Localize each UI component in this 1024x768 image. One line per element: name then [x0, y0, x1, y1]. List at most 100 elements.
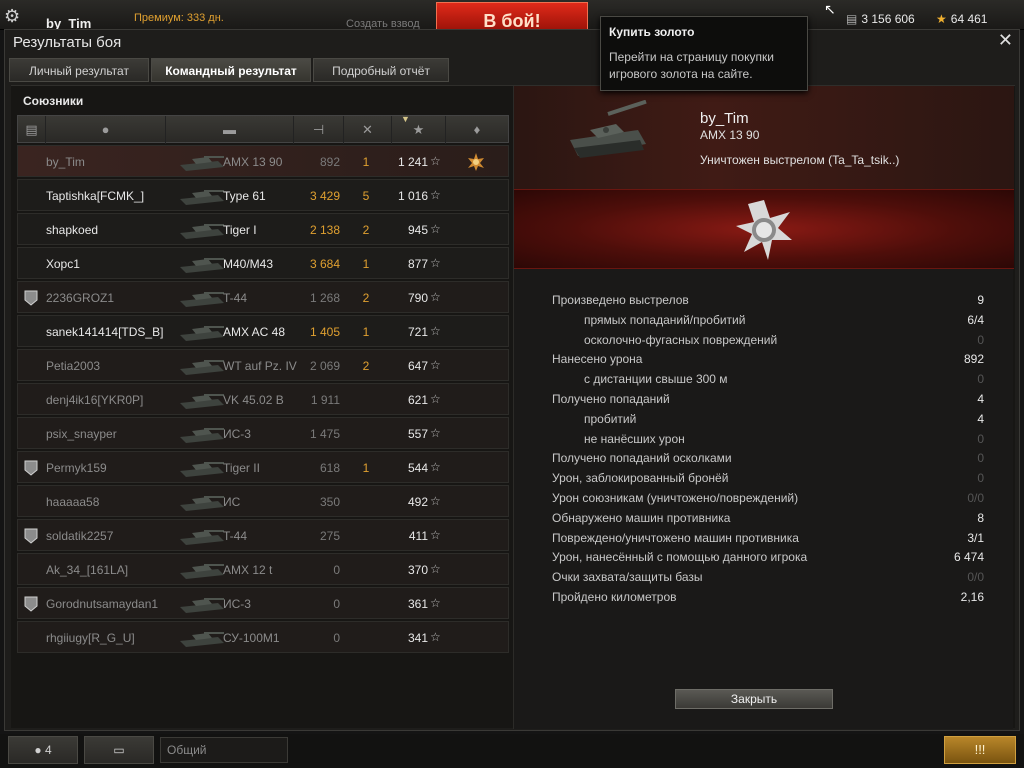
- experience-value: 877: [407, 257, 428, 271]
- star-icon: ☆: [430, 494, 441, 508]
- player-name[interactable]: Gorodnutsamaydan1: [46, 597, 158, 611]
- stat-value: 8: [977, 510, 984, 525]
- table-row[interactable]: Taptishka[FCMK_] Type 61 3 429 5 1 016 ☆: [17, 179, 509, 211]
- table-row[interactable]: rhgiiugy[R_G_U] СУ-100М1 0 341 ☆: [17, 621, 509, 653]
- damage-value: 892: [319, 155, 340, 169]
- table-row[interactable]: Ak_34_[161LA] AMX 12 t 0 370 ☆: [17, 553, 509, 585]
- stat-label: пробитий: [584, 411, 637, 426]
- tank-icon: [180, 292, 224, 307]
- experience-value: 721: [407, 325, 428, 339]
- squad-icon[interactable]: ▤: [18, 116, 46, 144]
- star-icon: ☆: [430, 426, 441, 440]
- table-row[interactable]: Хорс1 M40/M43 3 684 1 877 ☆: [17, 247, 509, 279]
- stat-row: Обнаружено машин противника 8: [552, 508, 984, 528]
- damage-icon[interactable]: ⊣: [294, 116, 344, 144]
- player-name[interactable]: denj4ik16[YKR0P]: [46, 393, 143, 407]
- stat-row: Повреждено/уничтожено машин противника 3/…: [552, 528, 984, 548]
- player-name[interactable]: rhgiiugy[R_G_U]: [46, 631, 135, 645]
- stat-label: с дистанции свыше 300 м: [584, 372, 728, 387]
- table-row[interactable]: haaaaa58 ИС 350 492 ☆: [17, 485, 509, 517]
- gear-icon[interactable]: ⚙: [4, 6, 24, 26]
- chat-input[interactable]: Общий: [160, 737, 288, 763]
- stat-value: 9: [977, 293, 984, 307]
- premium-status[interactable]: Премиум: 333 дн.: [134, 12, 224, 24]
- table-row[interactable]: shapkoed Tiger I 2 138 2 945 ☆: [17, 213, 509, 245]
- player-name[interactable]: 2236GROZ1: [46, 291, 114, 305]
- tank-name: ИС-3: [223, 597, 251, 611]
- close-button[interactable]: Закрыть: [675, 689, 833, 709]
- star-icon: ☆: [430, 222, 441, 236]
- tank-icon: [180, 224, 224, 239]
- table-row[interactable]: Gorodnutsamaydan1 ИС-3 0 361 ☆: [17, 587, 509, 619]
- player-name[interactable]: Ak_34_[161LA]: [46, 563, 128, 577]
- table-row[interactable]: 2236GROZ1 T-44 1 268 2 790 ☆: [17, 281, 509, 313]
- stat-label: Урон, нанесённый с помощью данного игрок…: [552, 550, 808, 565]
- coins-icon: ▤: [846, 12, 858, 26]
- stat-row: прямых попаданий/пробитий 6/4: [552, 310, 984, 330]
- people-icon: ●: [34, 743, 42, 757]
- tab-team-result[interactable]: Командный результат: [151, 58, 311, 82]
- table-row[interactable]: denj4ik16[YKR0P] VK 45.02 B 1 911 621 ☆: [17, 383, 509, 415]
- chat-channels-button[interactable]: ▭: [84, 736, 154, 764]
- experience-value: 370: [407, 563, 428, 577]
- tank-icon: [180, 428, 224, 443]
- experience-value: 544: [407, 461, 428, 475]
- damage-value: 1 911: [310, 393, 340, 407]
- tank-icon: [180, 394, 224, 409]
- player-name[interactable]: soldatik2257: [46, 529, 113, 543]
- damage-value: 0: [333, 597, 340, 611]
- player-name[interactable]: Petia2003: [46, 359, 100, 373]
- star-icon: ☆: [430, 324, 441, 338]
- stat-label: не нанёсших урон: [584, 431, 685, 446]
- tank-name: Type 61: [223, 189, 266, 203]
- top-bar: ⚙ by_Tim Премиум: 333 дн. Создать взвод …: [0, 0, 1024, 32]
- cursor-icon: ↖: [824, 1, 836, 17]
- notifications-button[interactable]: !!!: [944, 736, 1016, 764]
- experience-value: 411: [408, 529, 428, 543]
- table-row[interactable]: by_Tim AMX 13 90 892 1 1 241 ☆: [17, 145, 509, 177]
- player-name: by_Tim: [700, 110, 749, 127]
- stat-label: прямых попаданий/пробитий: [584, 312, 746, 327]
- table-row[interactable]: soldatik2257 T-44 275 411 ☆: [17, 519, 509, 551]
- kills-value: 2: [362, 359, 370, 373]
- battle-button[interactable]: В бой!: [436, 2, 588, 32]
- stat-row: Урон, заблокированный бронёй 0: [552, 468, 984, 488]
- damage-value: 350: [319, 495, 340, 509]
- achievement-medal-icon[interactable]: [734, 198, 794, 262]
- star-icon: ☆: [430, 188, 441, 202]
- experience-value: 621: [407, 393, 428, 407]
- player-name[interactable]: by_Tim: [46, 155, 85, 169]
- class-badge-icon: [24, 528, 38, 544]
- tooltip-title: Купить золото: [609, 25, 695, 39]
- table-row[interactable]: psix_snayper ИС-3 1 475 557 ☆: [17, 417, 509, 449]
- tank-icon: [570, 100, 647, 158]
- table-row[interactable]: sanek141414[TDS_B] AMX AC 48 1 405 1 721 ☆: [17, 315, 509, 347]
- kills-value: 5: [362, 189, 370, 203]
- player-name[interactable]: Taptishka[FCMK_]: [46, 189, 144, 203]
- player-name[interactable]: psix_snayper: [46, 427, 117, 441]
- stat-value: 6 474: [953, 550, 984, 565]
- frags-icon[interactable]: ✕: [344, 116, 392, 144]
- player-name[interactable]: Хорс1: [46, 257, 80, 271]
- medal-icon[interactable]: [466, 152, 486, 172]
- player-name[interactable]: haaaaa58: [46, 495, 99, 509]
- damage-value: 0: [333, 563, 340, 577]
- tab-personal-result[interactable]: Личный результат: [9, 58, 149, 82]
- stat-label: Урон, заблокированный бронёй: [552, 471, 729, 486]
- sort-arrow-icon: ▼: [401, 114, 410, 124]
- table-row[interactable]: Permyk159 Tiger II 618 1 544 ☆: [17, 451, 509, 483]
- table-row[interactable]: Petia2003 WT auf Pz. IV 2 069 2 647 ☆: [17, 349, 509, 381]
- player-icon[interactable]: ●: [46, 116, 166, 144]
- close-icon[interactable]: ✕: [998, 30, 1013, 51]
- credits-display[interactable]: ▤ 3 156 606: [846, 12, 915, 26]
- tab-detailed-report[interactable]: Подробный отчёт: [313, 58, 449, 82]
- medal-icon[interactable]: ♦: [446, 116, 508, 144]
- player-name[interactable]: Permyk159: [46, 461, 107, 475]
- player-name[interactable]: shapkoed: [46, 223, 98, 237]
- player-name[interactable]: sanek141414[TDS_B]: [46, 325, 163, 339]
- tank-name: AMX 12 t: [223, 563, 273, 577]
- tank-icon: [180, 156, 224, 171]
- gold-display[interactable]: ★ 64 461: [936, 12, 987, 26]
- contacts-button[interactable]: ● 4: [8, 736, 78, 764]
- tank-icon[interactable]: ▬: [166, 116, 294, 144]
